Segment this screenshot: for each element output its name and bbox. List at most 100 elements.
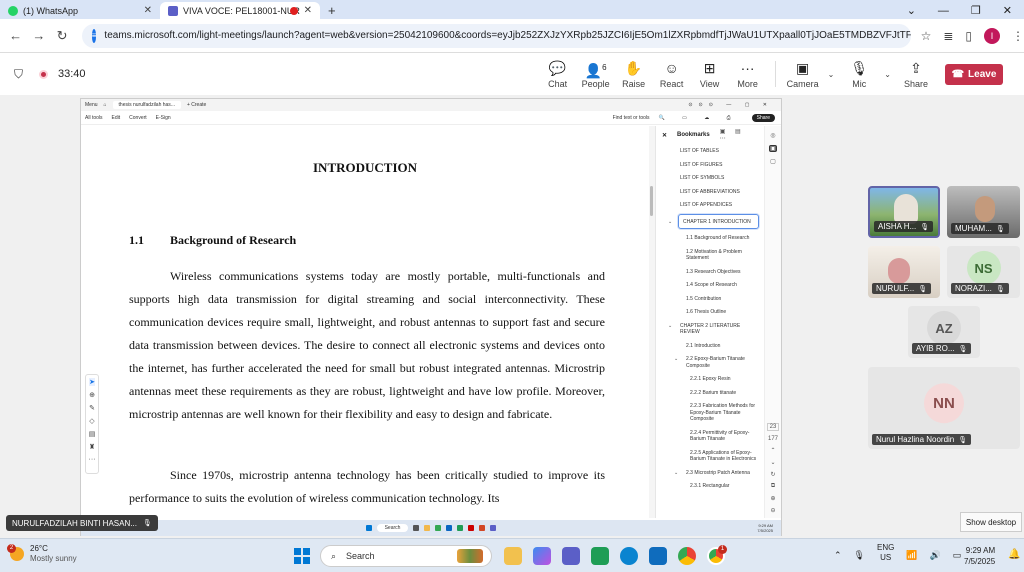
- bookmark-item[interactable]: 1.6 Thesis Outline: [656, 305, 763, 319]
- pages-rail-icon[interactable]: ▢: [770, 158, 776, 165]
- participant-tile[interactable]: MUHAM... 🎙: [947, 186, 1020, 238]
- bookmark-item[interactable]: LIST OF TABLES: [656, 144, 763, 158]
- language-indicator[interactable]: ENG US: [877, 543, 894, 563]
- new-tab-button[interactable]: +: [320, 2, 344, 19]
- bookmark-item[interactable]: 2.2.3 Fabrication Methods for Epoxy-Bari…: [656, 399, 763, 426]
- outlook-app-icon[interactable]: [649, 547, 667, 565]
- media-control-icon[interactable]: ≣: [943, 29, 953, 43]
- view-button[interactable]: ⊞ View: [691, 60, 729, 89]
- raise-hand-button[interactable]: ✋ Raise: [615, 60, 653, 89]
- bookmark-item[interactable]: 2.3.1 Rectangular: [656, 479, 763, 493]
- tab-teams-meeting[interactable]: VIVA VOCE: PEL18001-NUR ✕: [160, 2, 320, 19]
- zoom-out-icon[interactable]: ⊖: [770, 507, 775, 514]
- volume-icon[interactable]: 🔊: [930, 550, 941, 561]
- teams-app-icon[interactable]: [562, 547, 580, 565]
- tab-whatsapp[interactable]: (1) WhatsApp ✕: [0, 2, 160, 19]
- close-window-icon[interactable]: ✕: [1003, 4, 1012, 17]
- tool-esign[interactable]: E-Sign: [156, 115, 171, 121]
- find-tools[interactable]: Find text or tools: [613, 115, 650, 121]
- bookmark-item[interactable]: 1.2 Motivation & Problem Statement: [656, 245, 763, 265]
- sidepanel-icon[interactable]: ▯: [965, 29, 972, 43]
- react-button[interactable]: ☺ React: [653, 60, 691, 89]
- bookmark-item[interactable]: LIST OF FIGURES: [656, 158, 763, 172]
- bookmarks-rail-icon[interactable]: ▣: [769, 145, 777, 152]
- leave-button[interactable]: ☎ Leave: [945, 63, 1003, 85]
- mic-options-chevron-icon[interactable]: ⌄: [884, 70, 891, 79]
- bookmark-item-selected[interactable]: CHAPTER 1 INTRODUCTION: [678, 213, 759, 229]
- bookmark-item[interactable]: LIST OF APPENDICES: [656, 198, 763, 212]
- more-tools-icon[interactable]: ···: [89, 456, 96, 463]
- bookmark-item[interactable]: CHAPTER 2 LITERATURE REVIEW: [656, 319, 763, 339]
- eraser-icon[interactable]: ◇: [89, 417, 94, 425]
- expand-chevron-icon[interactable]: ⌄: [668, 219, 672, 225]
- ai-assistant-icon[interactable]: ◎: [770, 132, 775, 139]
- participant-tile[interactable]: NS NORAZI... 🎙: [947, 246, 1020, 298]
- home-icon[interactable]: ⌂: [104, 102, 107, 108]
- battery-icon[interactable]: ▭: [953, 550, 962, 561]
- back-icon[interactable]: ←: [4, 28, 27, 43]
- zoom-icon[interactable]: ⊕: [89, 391, 95, 399]
- address-bar[interactable]: ≡ teams.microsoft.com/light-meetings/lau…: [81, 23, 911, 48]
- bookmark-item[interactable]: 1.4 Scope of Research: [656, 278, 763, 292]
- start-button[interactable]: [294, 548, 310, 564]
- wifi-icon[interactable]: 📶: [906, 550, 917, 561]
- excel-app-icon[interactable]: [591, 547, 609, 565]
- bookmark-item[interactable]: LIST OF SYMBOLS: [656, 171, 763, 185]
- mic-button[interactable]: 🎙 Mic: [840, 60, 878, 89]
- tool-edit[interactable]: Edit: [112, 115, 121, 121]
- bookmark-item[interactable]: 2.2.2 Barium titanate: [656, 386, 763, 400]
- forward-icon[interactable]: →: [27, 28, 50, 43]
- taskbar-search[interactable]: ⌕ Search: [320, 545, 492, 567]
- tray-expand-icon[interactable]: ⌃: [834, 550, 842, 561]
- chrome-menu-icon[interactable]: ⋮: [1012, 29, 1024, 43]
- bookmark-item[interactable]: 1.3 Research Objectives: [656, 265, 763, 279]
- site-info-icon[interactable]: ≡: [91, 28, 97, 43]
- profile-avatar[interactable]: I: [984, 27, 1000, 44]
- page-number-input[interactable]: 23: [766, 423, 780, 431]
- participant-tile[interactable]: NN Nurul Hazlina Noordin 🎙: [868, 367, 1020, 449]
- file-explorer-icon[interactable]: [504, 547, 522, 565]
- camera-button[interactable]: ▣ Camera: [784, 60, 822, 89]
- bookmark-actions-icon[interactable]: ▣ ▤ ⋯: [720, 128, 759, 142]
- zoom-in-icon[interactable]: ⊕: [770, 495, 775, 502]
- bookmark-item[interactable]: 2.1 Introduction: [656, 339, 763, 353]
- minimize-icon[interactable]: —: [938, 5, 949, 17]
- page-down-icon[interactable]: ⌄: [770, 459, 775, 466]
- notifications-icon[interactable]: 🔔: [1008, 549, 1020, 560]
- pen-icon[interactable]: ✎: [89, 404, 95, 412]
- tool-convert[interactable]: Convert: [129, 115, 147, 121]
- chat-button[interactable]: 💬 Chat: [539, 60, 577, 89]
- tool-all[interactable]: All tools: [85, 115, 103, 121]
- chrome-profile-app-icon[interactable]: 1: [707, 545, 727, 565]
- bookmark-star-icon[interactable]: ☆: [921, 29, 932, 43]
- scroll-thumb[interactable]: [650, 186, 653, 216]
- select-cursor-icon[interactable]: ➤: [89, 378, 95, 386]
- bookmark-item[interactable]: LIST OF ABBREVIATIONS: [656, 185, 763, 199]
- close-tab-icon[interactable]: ✕: [144, 5, 152, 16]
- close-bookmarks-icon[interactable]: ✕: [662, 132, 667, 139]
- close-tab-icon[interactable]: ✕: [304, 5, 312, 16]
- text-box-icon[interactable]: ▤: [89, 430, 96, 438]
- acrobat-menu[interactable]: Menu: [85, 102, 98, 108]
- edge-app-icon[interactable]: [620, 547, 638, 565]
- share-button[interactable]: ⇪ Share: [897, 60, 935, 89]
- bookmark-item[interactable]: 2.2 Epoxy-Barium Titanate Composite: [656, 352, 763, 372]
- stamp-icon[interactable]: ♜: [89, 443, 95, 451]
- participant-tile[interactable]: AZ AYIB RO... 🎙: [908, 306, 980, 358]
- mic-tray-icon[interactable]: 🎙: [854, 550, 865, 561]
- participant-tile[interactable]: AISHA H... 🎙: [868, 186, 940, 238]
- rotate-icon[interactable]: ↻: [770, 471, 775, 478]
- restore-icon[interactable]: ❐: [971, 4, 981, 17]
- acrobat-create-tab[interactable]: + Create: [187, 102, 206, 108]
- more-button[interactable]: ··· More: [729, 60, 767, 89]
- bookmark-item[interactable]: 2.2.4 Permittivity of Epoxy-Barium Titan…: [656, 426, 763, 446]
- weather-widget[interactable]: 2 26°C Mostly sunny: [7, 544, 77, 564]
- acrobat-share-button[interactable]: Share: [751, 113, 775, 122]
- bookmark-item[interactable]: 2.2.1 Epoxy Resin: [656, 372, 763, 386]
- copy-icon[interactable]: ⧉: [771, 483, 775, 490]
- people-button[interactable]: 👤6 People: [577, 60, 615, 88]
- reload-icon[interactable]: ↻: [51, 28, 74, 44]
- camera-options-chevron-icon[interactable]: ⌄: [828, 70, 835, 79]
- page-up-icon[interactable]: ⌃: [770, 447, 775, 454]
- acrobat-document-tab[interactable]: thesis nurulfadzilah has...: [112, 101, 181, 109]
